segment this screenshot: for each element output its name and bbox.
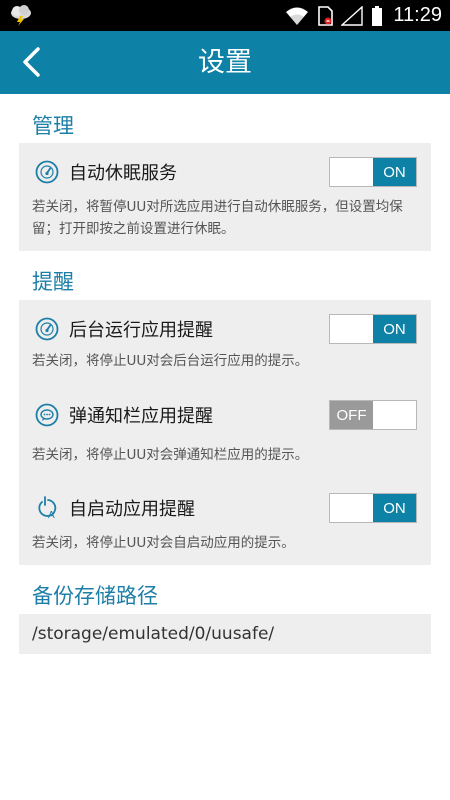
setting-row-notify-bar: 弹通知栏应用提醒 <box>35 398 213 432</box>
backup-path-field[interactable]: /storage/emulated/0/uusafe/ <box>19 614 431 654</box>
toggle-notify-bar[interactable]: OFF <box>329 400 417 430</box>
speedometer-icon <box>35 317 59 341</box>
setting-row-auto-start: A 自启动应用提醒 <box>35 491 195 525</box>
setting-label: 自动休眠服务 <box>69 163 177 184</box>
setting-description: 若关闭，将暂停UU对所选应用进行自动休眠服务，但设置均保留；打开即按之前设置进行… <box>32 199 403 237</box>
card-remind: 后台运行应用提醒 ON 若关闭，将停止UU对会后台运行应用的提示。 弹通知栏应用… <box>19 300 431 565</box>
status-time: 11:29 <box>393 4 442 26</box>
wifi-icon <box>286 7 309 25</box>
title-bar: 设置 <box>0 31 450 94</box>
toggle-auto-start[interactable]: ON <box>329 493 417 523</box>
power-auto-start-icon: A <box>38 496 57 520</box>
setting-label: 弹通知栏应用提醒 <box>69 406 213 427</box>
section-title-manage: 管理 <box>32 114 74 138</box>
setting-label: 自启动应用提醒 <box>69 499 195 520</box>
setting-row-bg-run: 后台运行应用提醒 <box>35 312 213 346</box>
setting-description: 若关闭，将停止UU对会后台运行应用的提示。 <box>32 353 309 369</box>
toggle-auto-sleep[interactable]: ON <box>329 157 417 187</box>
toggle-bg-run[interactable]: ON <box>329 314 417 344</box>
setting-label: 后台运行应用提醒 <box>69 320 213 341</box>
battery-icon <box>372 5 383 26</box>
sim-card-icon <box>318 5 334 26</box>
toggle-state-label: ON <box>373 158 416 186</box>
chat-bubble-icon <box>35 403 59 427</box>
card-manage: 自动休眠服务 ON 若关闭，将暂停UU对所选应用进行自动休眠服务，但设置均保留；… <box>19 143 431 251</box>
setting-description: 若关闭，将停止UU对会自启动应用的提示。 <box>32 535 295 551</box>
signal-icon <box>341 5 364 26</box>
setting-row-auto-sleep: 自动休眠服务 <box>35 155 177 189</box>
toggle-state-label: ON <box>373 494 416 522</box>
toggle-state-label: ON <box>373 315 416 343</box>
speedometer-icon <box>35 160 59 184</box>
svg-text:A: A <box>48 510 55 520</box>
setting-description: 若关闭，将停止UU对会弹通知栏应用的提示。 <box>32 447 309 463</box>
section-title-remind: 提醒 <box>32 270 74 294</box>
page-title: 设置 <box>198 47 252 78</box>
status-bar: 11:29 <box>0 0 450 31</box>
toggle-state-label: OFF <box>330 401 373 429</box>
weather-thunderstorm-icon <box>11 5 31 26</box>
section-title-backup: 备份存储路径 <box>32 584 158 608</box>
backup-path-text: /storage/emulated/0/uusafe/ <box>32 624 275 644</box>
